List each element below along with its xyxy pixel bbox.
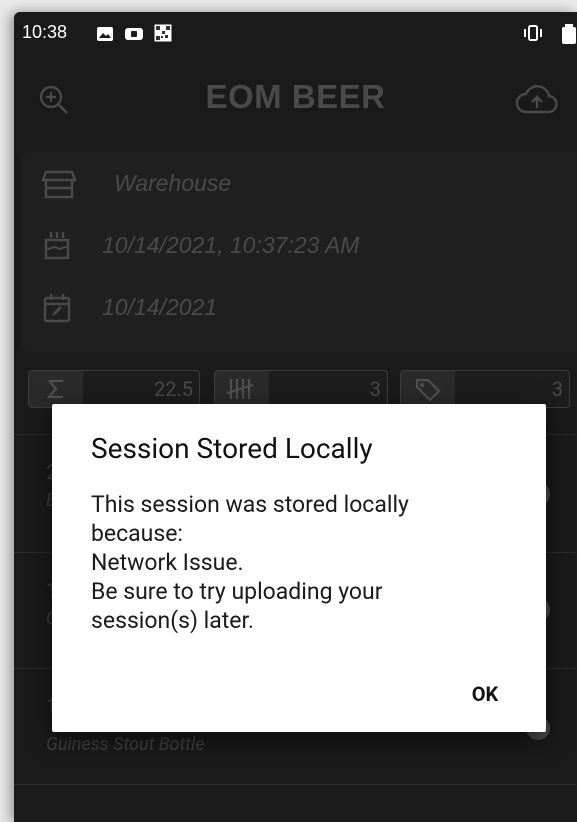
tally-icon bbox=[215, 371, 269, 407]
stat-total: 22.5 bbox=[28, 370, 200, 408]
qr-notification-icon bbox=[154, 24, 172, 46]
sigma-icon bbox=[29, 371, 83, 407]
battery-icon bbox=[562, 24, 576, 48]
dialog-message-line: Network Issue. bbox=[91, 549, 244, 576]
status-bar: 10:38 bbox=[14, 12, 577, 56]
dialog-message-line: because: bbox=[91, 520, 183, 547]
calendar-edit-icon bbox=[42, 292, 72, 328]
ok-button[interactable]: OK bbox=[450, 674, 520, 714]
created-row: 10/14/2021, 10:37:23 AM bbox=[22, 226, 577, 266]
list-divider bbox=[14, 784, 577, 785]
message-notification-icon bbox=[124, 26, 144, 46]
status-time: 10:38 bbox=[22, 22, 68, 42]
app-title: EOM BEER bbox=[205, 78, 386, 115]
store-icon bbox=[41, 168, 77, 204]
stat-count: 3 bbox=[214, 370, 388, 408]
stat-tags-value: 3 bbox=[551, 377, 563, 401]
dialog-message: This session was stored locally because:… bbox=[91, 490, 521, 635]
app-bar: EOM BEER bbox=[14, 64, 577, 128]
stat-total-value: 22.5 bbox=[154, 377, 193, 401]
stat-count-value: 3 bbox=[369, 377, 381, 401]
session-info-card: Warehouse 10/14/2021, 10:37:23 AM 10/14/… bbox=[22, 152, 577, 352]
vibrate-icon bbox=[522, 24, 544, 46]
stat-tags: 3 bbox=[400, 370, 570, 408]
date-row: 10/14/2021 bbox=[22, 288, 577, 328]
created-datetime: 10/14/2021, 10:37:23 AM bbox=[102, 232, 360, 258]
dialog-message-line: Be sure to try uploading your bbox=[91, 578, 383, 605]
session-date: 10/14/2021 bbox=[102, 294, 218, 320]
location-text: Warehouse bbox=[114, 170, 232, 196]
cake-icon bbox=[42, 230, 72, 266]
location-row: Warehouse bbox=[22, 164, 577, 204]
cloud-upload-icon[interactable] bbox=[514, 82, 560, 122]
dialog-message-line: This session was stored locally bbox=[91, 491, 409, 518]
tag-icon bbox=[401, 371, 455, 407]
session-stored-dialog: Session Stored Locally This session was … bbox=[52, 404, 546, 732]
dialog-title: Session Stored Locally bbox=[91, 432, 373, 465]
image-notification-icon bbox=[96, 26, 114, 46]
list-item-subtitle: Guiness Stout Bottle bbox=[46, 734, 205, 755]
dialog-message-line: session(s) later. bbox=[91, 607, 254, 634]
phone-screen: 10:38 EOM BEER Warehouse 10/14/2021, 10:… bbox=[14, 12, 577, 822]
